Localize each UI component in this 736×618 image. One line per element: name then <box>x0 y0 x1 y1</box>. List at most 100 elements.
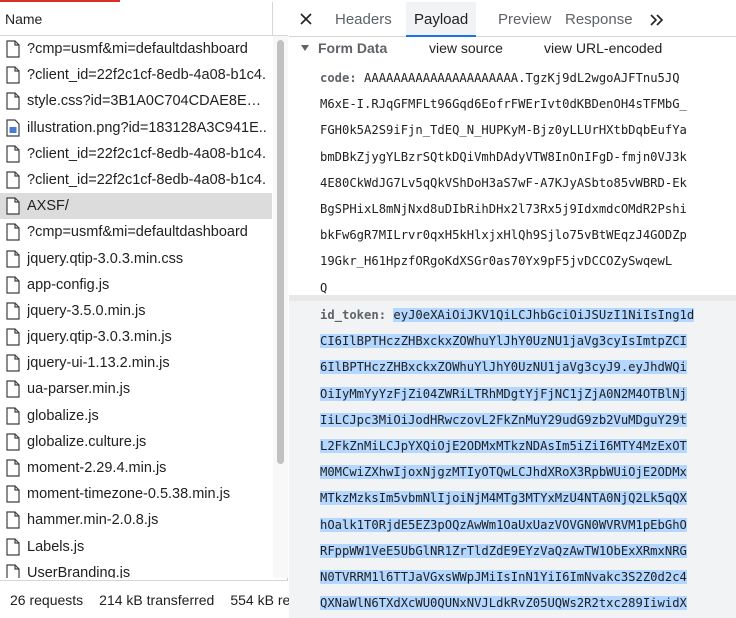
network-request-list-panel: Name ?cmp=usmf&mi=defaultdashboard ?clien… <box>0 0 291 618</box>
name-column-header[interactable]: Name <box>0 2 288 36</box>
value-line: bmDBkZjygYLBzrSQtkDQiVmhDAdyVTW8InOnIFgD… <box>320 149 687 164</box>
value-line: L2FkZnMiLCJpYXQiOjE2ODMxMTkzNDAsIm5iZiI6… <box>320 439 687 453</box>
code-parameter: code: AAAAAAAAAAAAAAAAAAAAA.TgzKj9dL2wgo… <box>289 68 736 300</box>
resources-size: 554 kB re <box>230 592 291 608</box>
request-name: moment-2.29.4.min.js <box>27 460 167 476</box>
value-row: id_token: eyJ0eXAiOiJKV1QiLCJhbGciOiJSUz… <box>320 305 695 327</box>
value-row: IiLCJpc3MiOiJodHRwczovL2FkZnMuY29udG9zb2… <box>320 410 687 432</box>
request-row[interactable]: globalize.js <box>0 403 272 429</box>
script-icon <box>6 302 20 320</box>
script-icon <box>6 459 20 477</box>
value-line: 19Gkr_H61HpzfORgoKdXSGr0as70Yx9pF5jvDCCO… <box>320 254 673 269</box>
request-details-panel: Headers Payload Preview Response Form Da… <box>289 0 736 618</box>
column-divider <box>272 2 273 36</box>
value-row: N0TVRRM1l6TTJaVGxsWWpJMiIsInN1YiI6ImNvak… <box>320 567 687 589</box>
request-row[interactable]: jquery.qtip-3.0.3.min.css <box>0 246 272 272</box>
request-row[interactable]: hammer.min-2.0.8.js <box>0 507 272 533</box>
request-row[interactable]: ?client_id=22f2c1cf-8edb-4a08-b1c4. <box>0 167 272 193</box>
request-row[interactable]: moment-timezone-0.5.38.min.js <box>0 481 272 507</box>
document-icon <box>6 171 20 189</box>
value-line: M6xE-I.RJqGFMFLt96Gqd6EofrFWErIvt0dKBDen… <box>320 97 687 112</box>
scrollbar-thumb[interactable] <box>277 40 284 464</box>
script-icon <box>6 380 20 399</box>
request-row[interactable]: ?client_id=22f2c1cf-8edb-4a08-b1c4. <box>0 62 272 88</box>
value-line: eyJ0eXAiOiJKV1QiLCJhbGciOiJSUzI1NiIsIng1… <box>393 308 695 322</box>
request-name: ?client_id=22f2c1cf-8edb-4a08-b1c4. <box>27 145 267 162</box>
request-row[interactable]: moment-2.29.4.min.js <box>0 455 272 481</box>
request-name: globalize.culture.js <box>27 433 147 450</box>
script-icon <box>6 354 20 372</box>
stylesheet-icon <box>6 249 20 268</box>
close-icon[interactable] <box>297 10 315 28</box>
request-row[interactable]: jquery.qtip-3.0.3.min.js <box>0 324 272 350</box>
value-line: hOalk1T0RjdE5EZ3pOQzAwWm1OaUxUazVOVGN0WV… <box>320 517 687 532</box>
tab-payload[interactable]: Payload <box>406 2 477 37</box>
value-line: RFppWW1VeE5UbGlNR1ZrTldZdE9EYzVaQzAwTW1O… <box>320 543 687 558</box>
request-name: ?client_id=22f2c1cf-8edb-4a08-b1c4. <box>27 67 267 84</box>
request-row[interactable]: Labels.js <box>0 534 272 560</box>
script-icon <box>6 564 20 578</box>
tab-headers[interactable]: Headers <box>327 2 400 37</box>
collapse-triangle-icon[interactable] <box>301 45 309 51</box>
request-list-scrollbar[interactable] <box>273 36 288 578</box>
request-row[interactable]: ?client_id=22f2c1cf-8edb-4a08-b1c4. <box>0 141 272 167</box>
request-row[interactable]: app-config.js <box>0 272 272 298</box>
request-row[interactable]: ua-parser.min.js <box>0 376 272 402</box>
value-line: OiIyMmYyYzFjZi04ZWRiLTRhMDgtYjFjNC1jZjA0… <box>320 386 687 401</box>
document-icon <box>6 145 20 163</box>
name-column-label: Name <box>5 11 43 27</box>
value-row: 6IlBPTHczZHBxckxZOWhuYlJhY0UzNU1jaVg3cyJ… <box>320 357 687 379</box>
transferred-size: 214 kB transferred <box>99 592 215 608</box>
request-name: ua-parser.min.js <box>27 381 131 398</box>
request-name: ?client_id=22f2c1cf-8edb-4a08-b1c4. <box>27 171 267 188</box>
script-icon <box>6 511 20 529</box>
view-source-link[interactable]: view source <box>429 40 503 56</box>
value-row: OiIyMmYyYzFjZi04ZWRiLTRhMDgtYjFjNC1jZjA0… <box>320 384 687 406</box>
request-name: hammer.min-2.0.8.js <box>27 512 159 529</box>
request-name: UserBranding.js <box>27 564 131 578</box>
request-name: illustration.png?id=183128A3C941E.. <box>27 119 267 136</box>
request-name: jquery.qtip-3.0.3.min.js <box>27 329 172 346</box>
script-icon <box>6 407 20 425</box>
request-row[interactable]: AXSF/ <box>0 193 272 220</box>
value-line: CI6IlBPTHczZHBxckxZOWhuYlJhY0UzNU1jaVg3c… <box>320 334 687 349</box>
value-row: FGH0k5A2S9iFjn_TdEQ_N_HUPKyM-Bjz0yLLUrHX… <box>320 120 687 142</box>
request-row[interactable]: globalize.culture.js <box>0 429 272 455</box>
value-line: IiLCJpc3MiOiJodHRwczovL2FkZnMuY29udG9zb2… <box>320 412 687 427</box>
value-line: FGH0k5A2S9iFjn_TdEQ_N_HUPKyM-Bjz0yLLUrHX… <box>320 123 687 138</box>
value-row: RFppWW1VeE5UbGlNR1ZrTldZdE9EYzVaQzAwTW1O… <box>320 541 687 563</box>
request-row[interactable]: style.css?id=3B1A0C704CDAE8ECD4. <box>0 88 272 114</box>
value-row: QXNaWlN6TXdXcWU0QUNxNVJLdkRvZ05UQWs2R2tx… <box>320 593 687 615</box>
code-key-label: code: <box>320 71 357 85</box>
request-list: ?cmp=usmf&mi=defaultdashboard ?client_id=… <box>0 36 272 578</box>
request-name: moment-timezone-0.5.38.min.js <box>27 486 231 503</box>
form-data-title: Form Data <box>318 40 388 56</box>
value-line: N0TVRRM1l6TTJaVGxsWWpJMiIsInN1YiI6ImNvak… <box>320 570 687 584</box>
form-data-section-header[interactable]: Form Data view source view URL-encoded <box>289 38 736 60</box>
value-row: 4E80CkWdJG7Lv5qQkVShDoH3aS7wF-A7KJyASbto… <box>320 173 687 195</box>
script-icon <box>6 276 20 294</box>
request-row[interactable]: jquery-ui-1.13.2.min.js <box>0 350 272 376</box>
request-row[interactable]: illustration.png?id=183128A3C941E.. <box>0 115 272 141</box>
request-name: jquery.qtip-3.0.3.min.css <box>27 250 184 267</box>
request-row[interactable]: ?cmp=usmf&mi=defaultdashboard <box>0 36 272 62</box>
tab-response[interactable]: Response <box>557 2 641 37</box>
script-icon <box>6 537 20 556</box>
script-icon <box>6 433 20 451</box>
value-line: bkFw6gR7MILrvr0qxH5kHlxjxHlQh9Sjlo75vBtW… <box>320 228 687 243</box>
request-row[interactable]: jquery-3.5.0.min.js <box>0 298 272 324</box>
tab-preview[interactable]: Preview <box>490 2 559 37</box>
value-row: hOalk1T0RjdE5EZ3pOQzAwWm1OaUxUazVOVGN0WV… <box>320 515 687 537</box>
script-icon <box>6 328 20 346</box>
request-name: AXSF/ <box>27 198 69 215</box>
request-row[interactable]: ?cmp=usmf&mi=defaultdashboard <box>0 219 272 245</box>
image-file-icon <box>6 118 20 137</box>
value-row: BgSPHixL8mNjNxd8uDIbRihDHx2l73Rx5j9Idxmd… <box>320 199 687 221</box>
request-row[interactable]: UserBranding.js <box>0 560 272 578</box>
more-tabs-chevron-icon[interactable] <box>647 10 667 30</box>
id-token-key-label: id_token: <box>320 308 387 322</box>
request-name: globalize.js <box>27 407 99 424</box>
value-row: M6xE-I.RJqGFMFLt96Gqd6EofrFWErIvt0dKBDen… <box>320 94 687 116</box>
value-line: AAAAAAAAAAAAAAAAAAAAA.TgzKj9dL2wgoAJFTnu… <box>364 71 680 85</box>
view-url-encoded-link[interactable]: view URL-encoded <box>544 40 662 56</box>
